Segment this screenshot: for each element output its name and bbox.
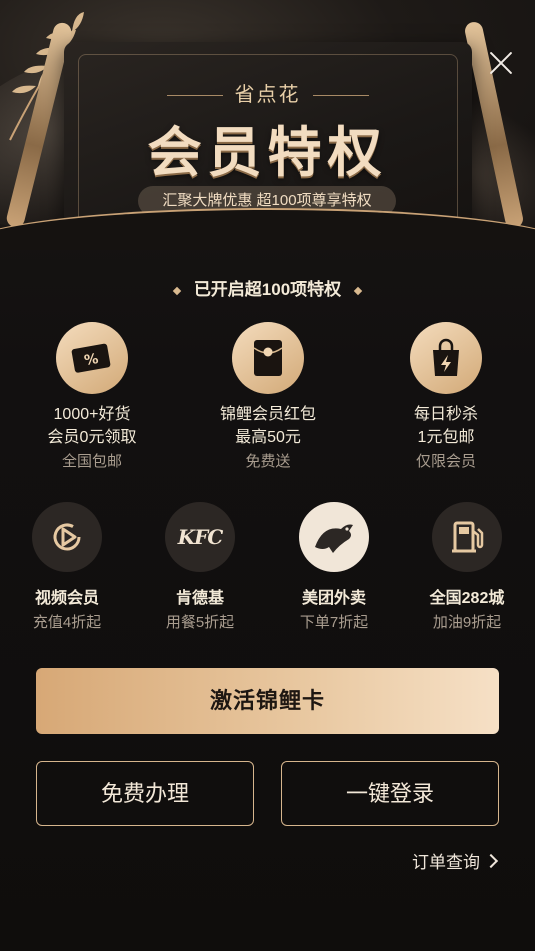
- hero-banner: 省点花 会员特权 汇聚大牌优惠 超100项尊享特权: [0, 0, 535, 250]
- partner-name: 肯德基: [175, 590, 224, 607]
- perk-note: 免费送: [245, 453, 291, 470]
- free-apply-button[interactable]: 免费办理: [36, 761, 254, 826]
- perk-note: 全国包邮: [61, 453, 122, 470]
- discount-ticket-icon: %: [71, 343, 111, 373]
- quick-login-button[interactable]: 一键登录: [281, 761, 499, 826]
- hero-title: 会员特权: [147, 120, 388, 184]
- membership-page: 省点花 会员特权 汇聚大牌优惠 超100项尊享特权 已开启超100项特权 % 1…: [0, 0, 535, 951]
- partner-kfc[interactable]: KFC 肯德基 用餐5折起: [145, 502, 255, 636]
- meituan-kangaroo-icon: [315, 524, 353, 553]
- close-button[interactable]: [484, 46, 518, 80]
- shopping-bag-flash-icon: [433, 338, 459, 376]
- partner-meituan[interactable]: 美团外卖 下单7折起: [279, 502, 389, 636]
- diamond-icon: [172, 286, 182, 295]
- perk-detail: 1元包邮: [417, 429, 475, 446]
- fuel-pump-icon: [452, 521, 484, 553]
- perk-detail: 会员0元领取: [47, 429, 137, 446]
- chevron-right-icon: [483, 853, 499, 869]
- order-query-link[interactable]: 订单查询: [412, 848, 499, 873]
- partner-fuel[interactable]: 全国282城 加油9折起: [412, 502, 522, 636]
- diamond-icon: [353, 286, 363, 295]
- partner-desc: 加油9折起: [432, 614, 502, 631]
- perk-detail: 最高50元: [235, 429, 301, 446]
- partner-desc: 用餐5折起: [165, 614, 235, 631]
- perk-title: 1000+好货: [53, 406, 131, 423]
- svg-text:%: %: [83, 351, 100, 369]
- perk-title: 锦鲤会员红包: [219, 406, 316, 423]
- kfc-logo-icon: KFC: [177, 525, 223, 549]
- red-envelope-icon: [253, 340, 283, 376]
- perk-flash-sale[interactable]: 每日秒杀 1元包邮 仅限会员: [376, 322, 516, 474]
- partner-video-vip[interactable]: 视频会员 充值4折起: [12, 502, 122, 636]
- perk-note: 仅限会员: [415, 453, 476, 470]
- brand-name: 省点花: [234, 84, 301, 106]
- video-play-icon: [53, 523, 81, 551]
- order-query-label: 订单查询: [412, 853, 480, 872]
- partner-name: 美团外卖: [301, 590, 366, 607]
- partner-desc: 下单7折起: [299, 614, 369, 631]
- activate-card-button[interactable]: 激活锦鲤卡: [36, 668, 499, 734]
- partner-name: 全国282城: [429, 590, 505, 607]
- perk-free-goods[interactable]: % 1000+好货 会员0元领取 全国包邮: [22, 322, 162, 474]
- partner-desc: 充值4折起: [32, 614, 102, 631]
- section-title: 已开启超100项特权: [0, 275, 535, 300]
- brand-row: 省点花: [0, 78, 535, 107]
- perk-red-envelope[interactable]: 锦鲤会员红包 最高50元 免费送: [188, 322, 348, 474]
- perk-title: 每日秒杀: [413, 406, 478, 423]
- partner-name: 视频会员: [34, 590, 99, 607]
